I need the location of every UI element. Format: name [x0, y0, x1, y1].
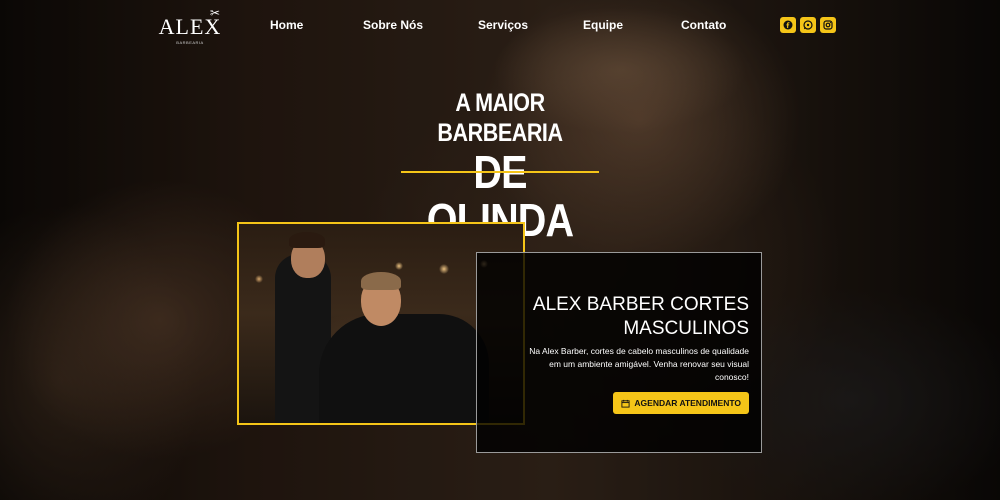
nav-link-contato[interactable]: Contato [681, 18, 726, 32]
hero-headline: A MAIOR BARBEARIA DE OLINDA [380, 88, 620, 244]
info-card-title: ALEX BARBER CORTES MASCULINOS [532, 294, 749, 339]
nav-link-equipe[interactable]: Equipe [583, 18, 623, 32]
schedule-appointment-label: AGENDAR ATENDIMENTO [634, 398, 741, 408]
logo-subtext: BARBEARIA [176, 40, 204, 45]
nav-link-home[interactable]: Home [270, 18, 303, 32]
facebook-icon[interactable] [780, 17, 796, 33]
headline-underline [401, 171, 599, 173]
info-card: ALEX BARBER CORTES MASCULINOS Na Alex Ba… [476, 252, 762, 453]
barber-hair [289, 232, 325, 248]
logo[interactable]: ALEX BARBEARIA ✂ [158, 6, 222, 48]
client-hair [361, 272, 401, 290]
info-card-description: Na Alex Barber, cortes de cabelo masculi… [529, 346, 749, 382]
headline-line-1: A MAIOR BARBEARIA [437, 89, 563, 147]
calendar-icon [621, 399, 630, 408]
navbar: ALEX BARBEARIA ✂ Home Sobre Nós Serviços… [0, 0, 1000, 52]
whatsapp-icon[interactable] [800, 17, 816, 33]
instagram-icon[interactable] [820, 17, 836, 33]
nav-link-servicos[interactable]: Serviços [478, 18, 528, 32]
nav-link-sobre-nos[interactable]: Sobre Nós [363, 18, 423, 32]
client-cape [319, 314, 489, 423]
schedule-appointment-button[interactable]: AGENDAR ATENDIMENTO [613, 392, 749, 414]
scissors-icon: ✂ [209, 6, 220, 20]
